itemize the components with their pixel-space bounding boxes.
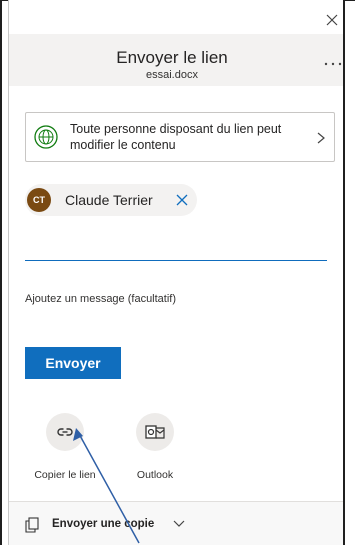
chevron-right-icon xyxy=(317,132,325,144)
more-options-button[interactable] xyxy=(323,56,343,70)
close-icon xyxy=(326,14,338,26)
recipient-input-underline xyxy=(25,260,327,261)
copy-link-option[interactable]: Copier le lien xyxy=(25,413,105,483)
dialog-footer: Envoyer une copie xyxy=(9,502,343,545)
link-settings-text: Toute personne disposant du lien peut mo… xyxy=(70,122,282,152)
recipient-name: Claude Terrier xyxy=(65,192,153,208)
share-dialog: Envoyer le lien essai.docx Toute personn… xyxy=(9,0,343,545)
chevron-down-icon xyxy=(173,520,185,527)
outlook-label: Outlook xyxy=(136,469,174,481)
file-name: essai.docx xyxy=(146,69,198,81)
link-settings-button[interactable]: Toute personne disposant du lien peut mo… xyxy=(25,112,335,162)
recipient-chip[interactable]: CT Claude Terrier xyxy=(25,184,197,216)
close-button[interactable] xyxy=(323,11,341,29)
globe-icon xyxy=(34,125,58,149)
more-icon xyxy=(324,62,342,66)
link-icon xyxy=(57,428,73,436)
send-copy-label: Envoyer une copie xyxy=(52,518,155,530)
dialog-title: Envoyer le lien xyxy=(116,48,228,67)
recipient-input[interactable] xyxy=(25,234,327,258)
avatar: CT xyxy=(27,188,51,212)
copy-link-label: Copier le lien xyxy=(34,469,96,481)
outlook-option[interactable]: Outlook xyxy=(115,413,195,483)
outlook-icon xyxy=(145,425,165,439)
outlook-circle[interactable] xyxy=(136,413,174,451)
send-button[interactable]: Envoyer xyxy=(25,347,121,379)
message-input[interactable] xyxy=(25,290,325,308)
copy-icon xyxy=(25,517,39,533)
window-right-border xyxy=(343,0,345,545)
window-left-border xyxy=(0,0,2,545)
remove-recipient-icon[interactable] xyxy=(175,193,189,207)
copy-link-circle[interactable] xyxy=(46,413,84,451)
